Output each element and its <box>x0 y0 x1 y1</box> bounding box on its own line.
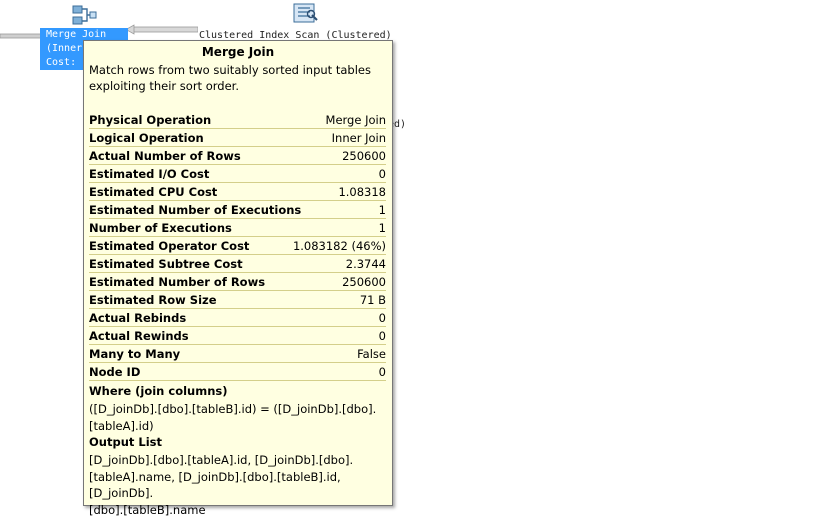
property-label: Logical Operation <box>89 131 204 145</box>
property-label: Actual Rewinds <box>89 329 189 343</box>
property-row: Actual Rewinds 0 <box>89 328 386 345</box>
merge-node-line: Cost: <box>46 57 77 68</box>
property-row: Actual Number of Rows 250600 <box>89 148 386 165</box>
property-value: Inner Join <box>331 131 386 145</box>
property-row: Logical Operation Inner Join <box>89 130 386 147</box>
property-label: Estimated Row Size <box>89 293 217 307</box>
property-value: 1.083182 (46%) <box>292 239 386 253</box>
property-label: Many to Many <box>89 347 181 361</box>
property-row: Estimated Number of Executions 1 <box>89 202 386 219</box>
output-line: [dbo].[tableB].name <box>89 502 206 517</box>
where-line: [tableA].id) <box>89 418 154 433</box>
property-label: Actual Rebinds <box>89 311 187 325</box>
property-row: Estimated Row Size 71 B <box>89 292 386 309</box>
property-label: Estimated Number of Executions <box>89 203 302 217</box>
property-row: Estimated I/O Cost 0 <box>89 166 386 183</box>
property-value: 1 <box>378 221 386 235</box>
property-label: Estimated Number of Rows <box>89 275 266 289</box>
merge-join-icon[interactable] <box>70 3 98 27</box>
property-list: Physical Operation Merge Join Logical Ope… <box>89 112 386 382</box>
description-line: exploiting their sort order. <box>89 79 239 93</box>
property-value: 250600 <box>342 275 386 289</box>
property-value: 2.3744 <box>345 257 386 271</box>
plan-connector-arrow <box>126 24 198 35</box>
property-label: Estimated Subtree Cost <box>89 257 243 271</box>
merge-node-line: Merge Join <box>46 29 107 40</box>
property-row: Estimated Subtree Cost 2.3744 <box>89 256 386 273</box>
where-columns: ([D_joinDb].[dbo].[tableB].id) = ([D_joi… <box>89 401 386 434</box>
property-value: 1 <box>378 203 386 217</box>
property-row: Number of Executions 1 <box>89 220 386 237</box>
property-value: 0 <box>378 329 386 343</box>
where-heading: Where (join columns) <box>89 384 228 398</box>
output-line: [D_joinDb].[dbo].[tableA].id, [D_joinDb]… <box>89 453 354 467</box>
operator-tooltip: Merge Join Match rows from two suitably … <box>83 40 393 517</box>
output-list-heading: Output List <box>89 435 162 449</box>
property-label: Estimated CPU Cost <box>89 185 218 199</box>
tooltip-description: Match rows from two suitably sorted inpu… <box>89 62 384 94</box>
property-value: 1.08318 <box>338 185 386 199</box>
property-value: 0 <box>378 167 386 181</box>
property-label: Actual Number of Rows <box>89 149 241 163</box>
property-row: Node ID 0 <box>89 364 386 381</box>
property-value: 0 <box>378 311 386 325</box>
property-label: Estimated Operator Cost <box>89 239 250 253</box>
property-value: 0 <box>378 365 386 379</box>
tooltip-title: Merge Join <box>201 45 275 59</box>
where-line: ([D_joinDb].[dbo].[tableB].id) = ([D_joi… <box>89 402 377 416</box>
property-value: 71 B <box>359 293 386 307</box>
property-label: Physical Operation <box>89 113 212 127</box>
property-label: Node ID <box>89 365 141 379</box>
merge-node-line: (Inner <box>46 43 83 54</box>
property-value: False <box>357 347 386 361</box>
property-row: Many to Many False <box>89 346 386 363</box>
property-value: Merge Join <box>325 113 386 127</box>
property-row: Physical Operation Merge Join <box>89 112 386 129</box>
property-row: Actual Rebinds 0 <box>89 310 386 327</box>
property-label: Estimated I/O Cost <box>89 167 210 181</box>
property-row: Estimated Operator Cost 1.083182 (46%) <box>89 238 386 255</box>
property-row: Estimated Number of Rows 250600 <box>89 274 386 291</box>
plan-connector-arrow <box>0 33 42 39</box>
output-line: [tableA].name, [D_joinDb].[dbo].[tableB]… <box>89 469 341 501</box>
property-label: Number of Executions <box>89 221 232 235</box>
property-row: Estimated CPU Cost 1.08318 <box>89 184 386 201</box>
description-line: Match rows from two suitably sorted inpu… <box>89 63 371 77</box>
output-list: [D_joinDb].[dbo].[tableA].id, [D_joinDb]… <box>89 452 386 518</box>
property-value: 250600 <box>342 149 386 163</box>
clustered-index-scan-icon[interactable] <box>290 1 320 25</box>
